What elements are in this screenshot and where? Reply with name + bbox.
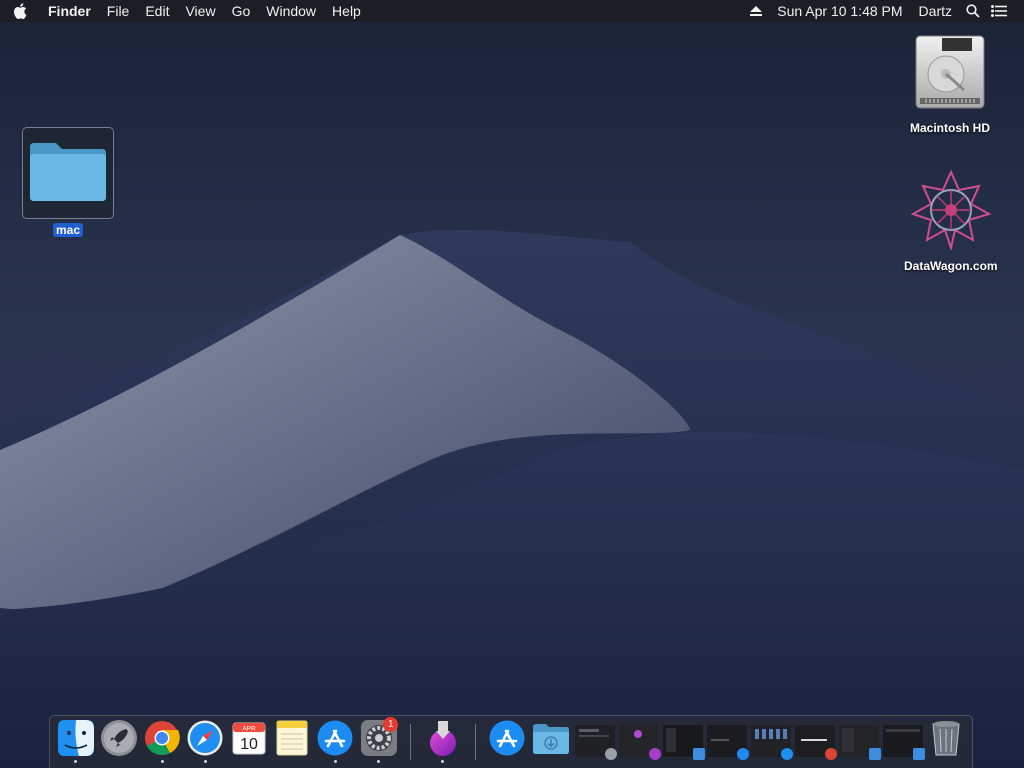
dock-minimized-window[interactable] (750, 719, 793, 765)
dock-calendar[interactable]: APR 10 (229, 719, 268, 765)
minimized-window-icon (662, 725, 705, 760)
dock-app-store[interactable] (316, 719, 355, 765)
running-indicator (74, 760, 78, 763)
downloads-folder-icon (531, 719, 571, 757)
menu-go[interactable]: Go (224, 0, 259, 22)
desktop-wallpaper (0, 0, 1024, 768)
dock-minimized-window[interactable] (574, 719, 617, 765)
dock-system-preferences[interactable]: 1 (359, 717, 399, 765)
running-indicator (203, 760, 207, 763)
minimized-window-icon (574, 725, 617, 760)
dock-chrome[interactable] (143, 719, 182, 765)
dock-finder[interactable] (56, 719, 95, 765)
running-indicator (117, 760, 120, 763)
notes-icon (273, 719, 311, 757)
dock-minimized-window[interactable] (794, 719, 837, 765)
launchpad-icon (100, 719, 138, 757)
menubar-clock[interactable]: Sun Apr 10 1:48 PM (769, 0, 910, 22)
calendar-icon: APR 10 (230, 719, 268, 757)
menu-edit[interactable]: Edit (137, 0, 177, 22)
running-indicator (247, 760, 250, 763)
notification-center-icon[interactable] (986, 0, 1012, 22)
desktop-item-label: mac (52, 223, 84, 237)
menubar-user[interactable]: Dartz (911, 0, 960, 22)
running-indicator (333, 760, 337, 763)
running-indicator (160, 760, 164, 763)
dock-separator (410, 724, 412, 760)
dock-minimized-window[interactable] (618, 719, 661, 765)
menu-window[interactable]: Window (258, 0, 324, 22)
trash-icon (928, 719, 964, 757)
running-indicator (549, 760, 552, 763)
safari-icon (186, 719, 224, 757)
dock-launchpad[interactable] (99, 719, 138, 765)
installer-icon (424, 719, 462, 757)
menu-finder[interactable]: Finder (40, 0, 99, 22)
dock-minimized-window[interactable] (838, 719, 881, 765)
minimized-window-icon (618, 725, 661, 760)
finder-icon (57, 719, 95, 757)
menu-view[interactable]: View (177, 0, 223, 22)
calendar-month: APR (242, 726, 256, 733)
dock-trash[interactable] (927, 719, 966, 765)
desktop-item-datawagon[interactable]: DataWagon.com (904, 168, 998, 273)
eject-icon[interactable] (743, 0, 769, 22)
menu-help[interactable]: Help (324, 0, 369, 22)
dock-minimized-window[interactable] (662, 719, 705, 765)
minimized-window-icon (794, 725, 837, 760)
folder-icon (28, 139, 108, 208)
menu-file[interactable]: File (99, 0, 138, 22)
datawagon-logo-icon (907, 168, 995, 255)
dock-minimized-window[interactable] (882, 719, 925, 765)
running-indicator (441, 760, 445, 763)
dock-minimized-window[interactable] (706, 719, 749, 765)
running-indicator (291, 760, 294, 763)
app-store-icon (488, 719, 526, 757)
calendar-day: 10 (240, 736, 258, 753)
dock-separator (474, 724, 476, 760)
desktop-item-label: DataWagon.com (904, 259, 998, 273)
minimized-window-icon (706, 725, 749, 760)
minimized-window-icon (882, 725, 925, 760)
hard-drive-icon (912, 32, 988, 117)
apple-icon[interactable] (0, 3, 40, 19)
menu-bar: Finder File Edit View Go Window Help Sun… (0, 0, 1024, 22)
app-store-icon (316, 719, 354, 757)
minimized-window-icon (750, 725, 793, 760)
spotlight-icon[interactable] (960, 0, 986, 22)
chrome-icon (143, 719, 181, 757)
dock-installer[interactable] (423, 719, 462, 765)
dock-notes[interactable] (272, 719, 311, 765)
desktop-item-label: Macintosh HD (910, 121, 991, 135)
minimized-window-icon (838, 725, 881, 760)
dock: APR 10 1 (49, 715, 973, 768)
selection-frame (22, 127, 114, 219)
dock-app-store-stack[interactable] (488, 719, 527, 765)
desktop-item-macintosh-hd[interactable]: Macintosh HD (910, 32, 990, 135)
running-indicator (377, 760, 381, 763)
dock-safari[interactable] (186, 719, 225, 765)
dock-downloads[interactable] (531, 719, 571, 765)
desktop-item-mac-folder[interactable]: mac (22, 127, 114, 237)
running-indicator (506, 760, 509, 763)
